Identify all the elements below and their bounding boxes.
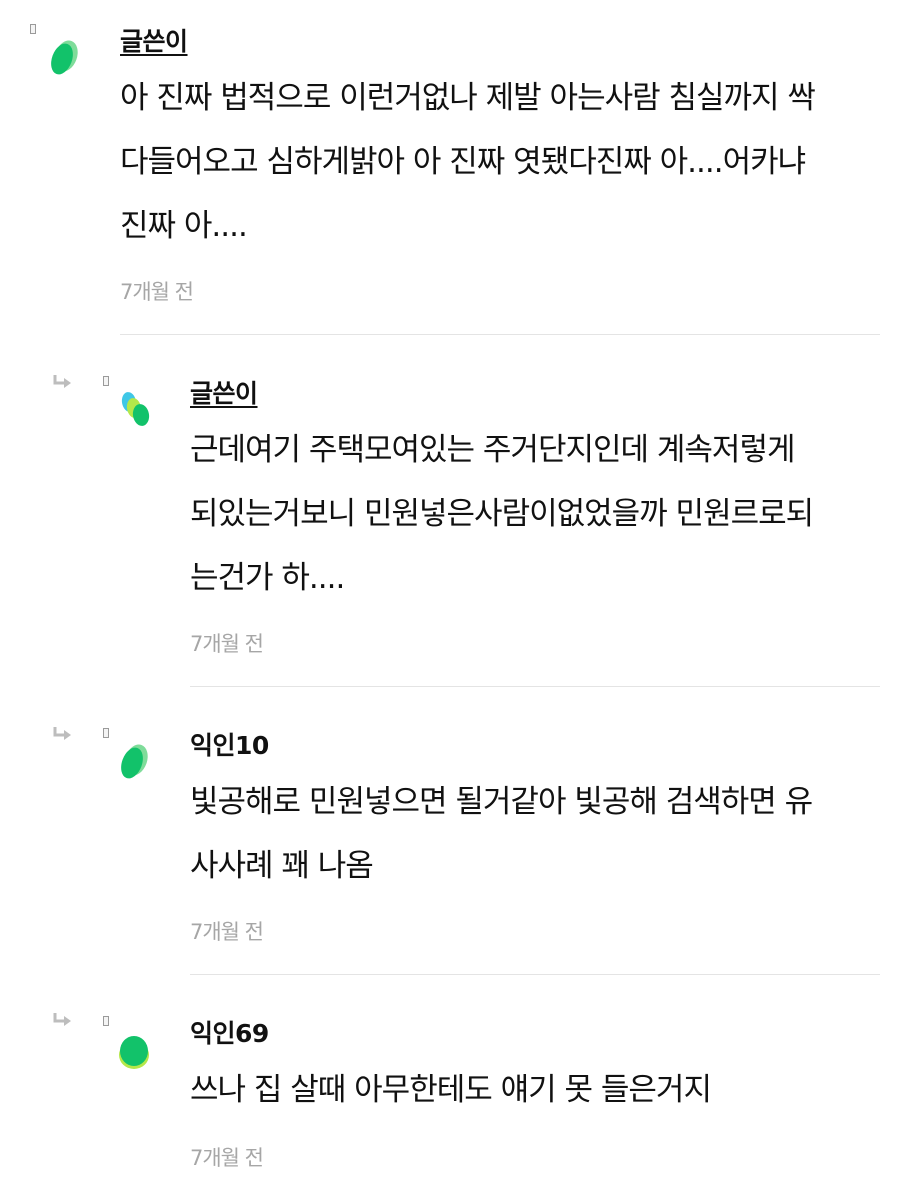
comment-divider (120, 334, 880, 335)
comment-divider (190, 974, 880, 975)
badge-square-icon (103, 1016, 109, 1026)
comment-timestamp: 7개월 전 (190, 632, 264, 656)
comment-body: 근데여기 주택모여있는 주거단지인데 계속저렇게 되있는거보니 민원넣은사람이없… (190, 418, 814, 610)
comment-body-line: 쓰나 집 살때 아무한테도 얘기 못 들은거지 (190, 1072, 712, 1108)
reply-arrow-icon (53, 1013, 71, 1026)
comment-body: 아 진짜 법적으로 이런거없나 제발 아는사람 침실까지 싹 다들어오고 심하게… (120, 66, 816, 258)
comment-author[interactable]: 익인69 (190, 1014, 269, 1050)
reply-arrow-icon (53, 727, 71, 740)
badge-square-icon (103, 376, 109, 386)
avatar-icon[interactable] (118, 740, 150, 784)
comment-author[interactable]: 글쓴이 (120, 22, 188, 58)
comment-body-line: 다들어오고 심하게밝아 아 진짜 엿됐다진짜 아....어카냐 (120, 144, 806, 180)
comment-author[interactable]: 익인10 (190, 726, 269, 762)
comment-body-line: 근데여기 주택모여있는 주거단지인데 계속저렇게 (190, 432, 795, 468)
comment-body-line: 아 진짜 법적으로 이런거없나 제발 아는사람 침실까지 싹 (120, 80, 816, 116)
badge-square-icon (103, 728, 109, 738)
reply-arrow-icon (53, 375, 71, 388)
comment-body-line: 는건가 하.... (190, 560, 345, 596)
comment-divider (190, 686, 880, 687)
avatar-icon[interactable] (48, 36, 80, 80)
avatar-icon[interactable] (118, 1030, 150, 1074)
comment-body-line: 진짜 아.... (120, 208, 248, 244)
comment-body-line: 사사례 꽤 나옴 (190, 848, 374, 884)
comment-body-line: 빛공해로 민원넣으면 될거같아 빛공해 검색하면 유 (190, 784, 813, 820)
comment-body-line: 되있는거보니 민원넣은사람이없었을까 민원르로되 (190, 496, 814, 532)
comment-timestamp: 7개월 전 (190, 1146, 264, 1170)
comment-timestamp: 7개월 전 (190, 920, 264, 944)
badge-square-icon (30, 24, 36, 34)
comment-author[interactable]: 글쓴이 (190, 374, 258, 410)
comment-body: 쓰나 집 살때 아무한테도 얘기 못 들은거지 (190, 1058, 712, 1122)
comment-timestamp: 7개월 전 (120, 280, 194, 304)
avatar-icon[interactable] (118, 388, 150, 432)
comment-body: 빛공해로 민원넣으면 될거같아 빛공해 검색하면 유 사사례 꽤 나옴 (190, 770, 813, 898)
